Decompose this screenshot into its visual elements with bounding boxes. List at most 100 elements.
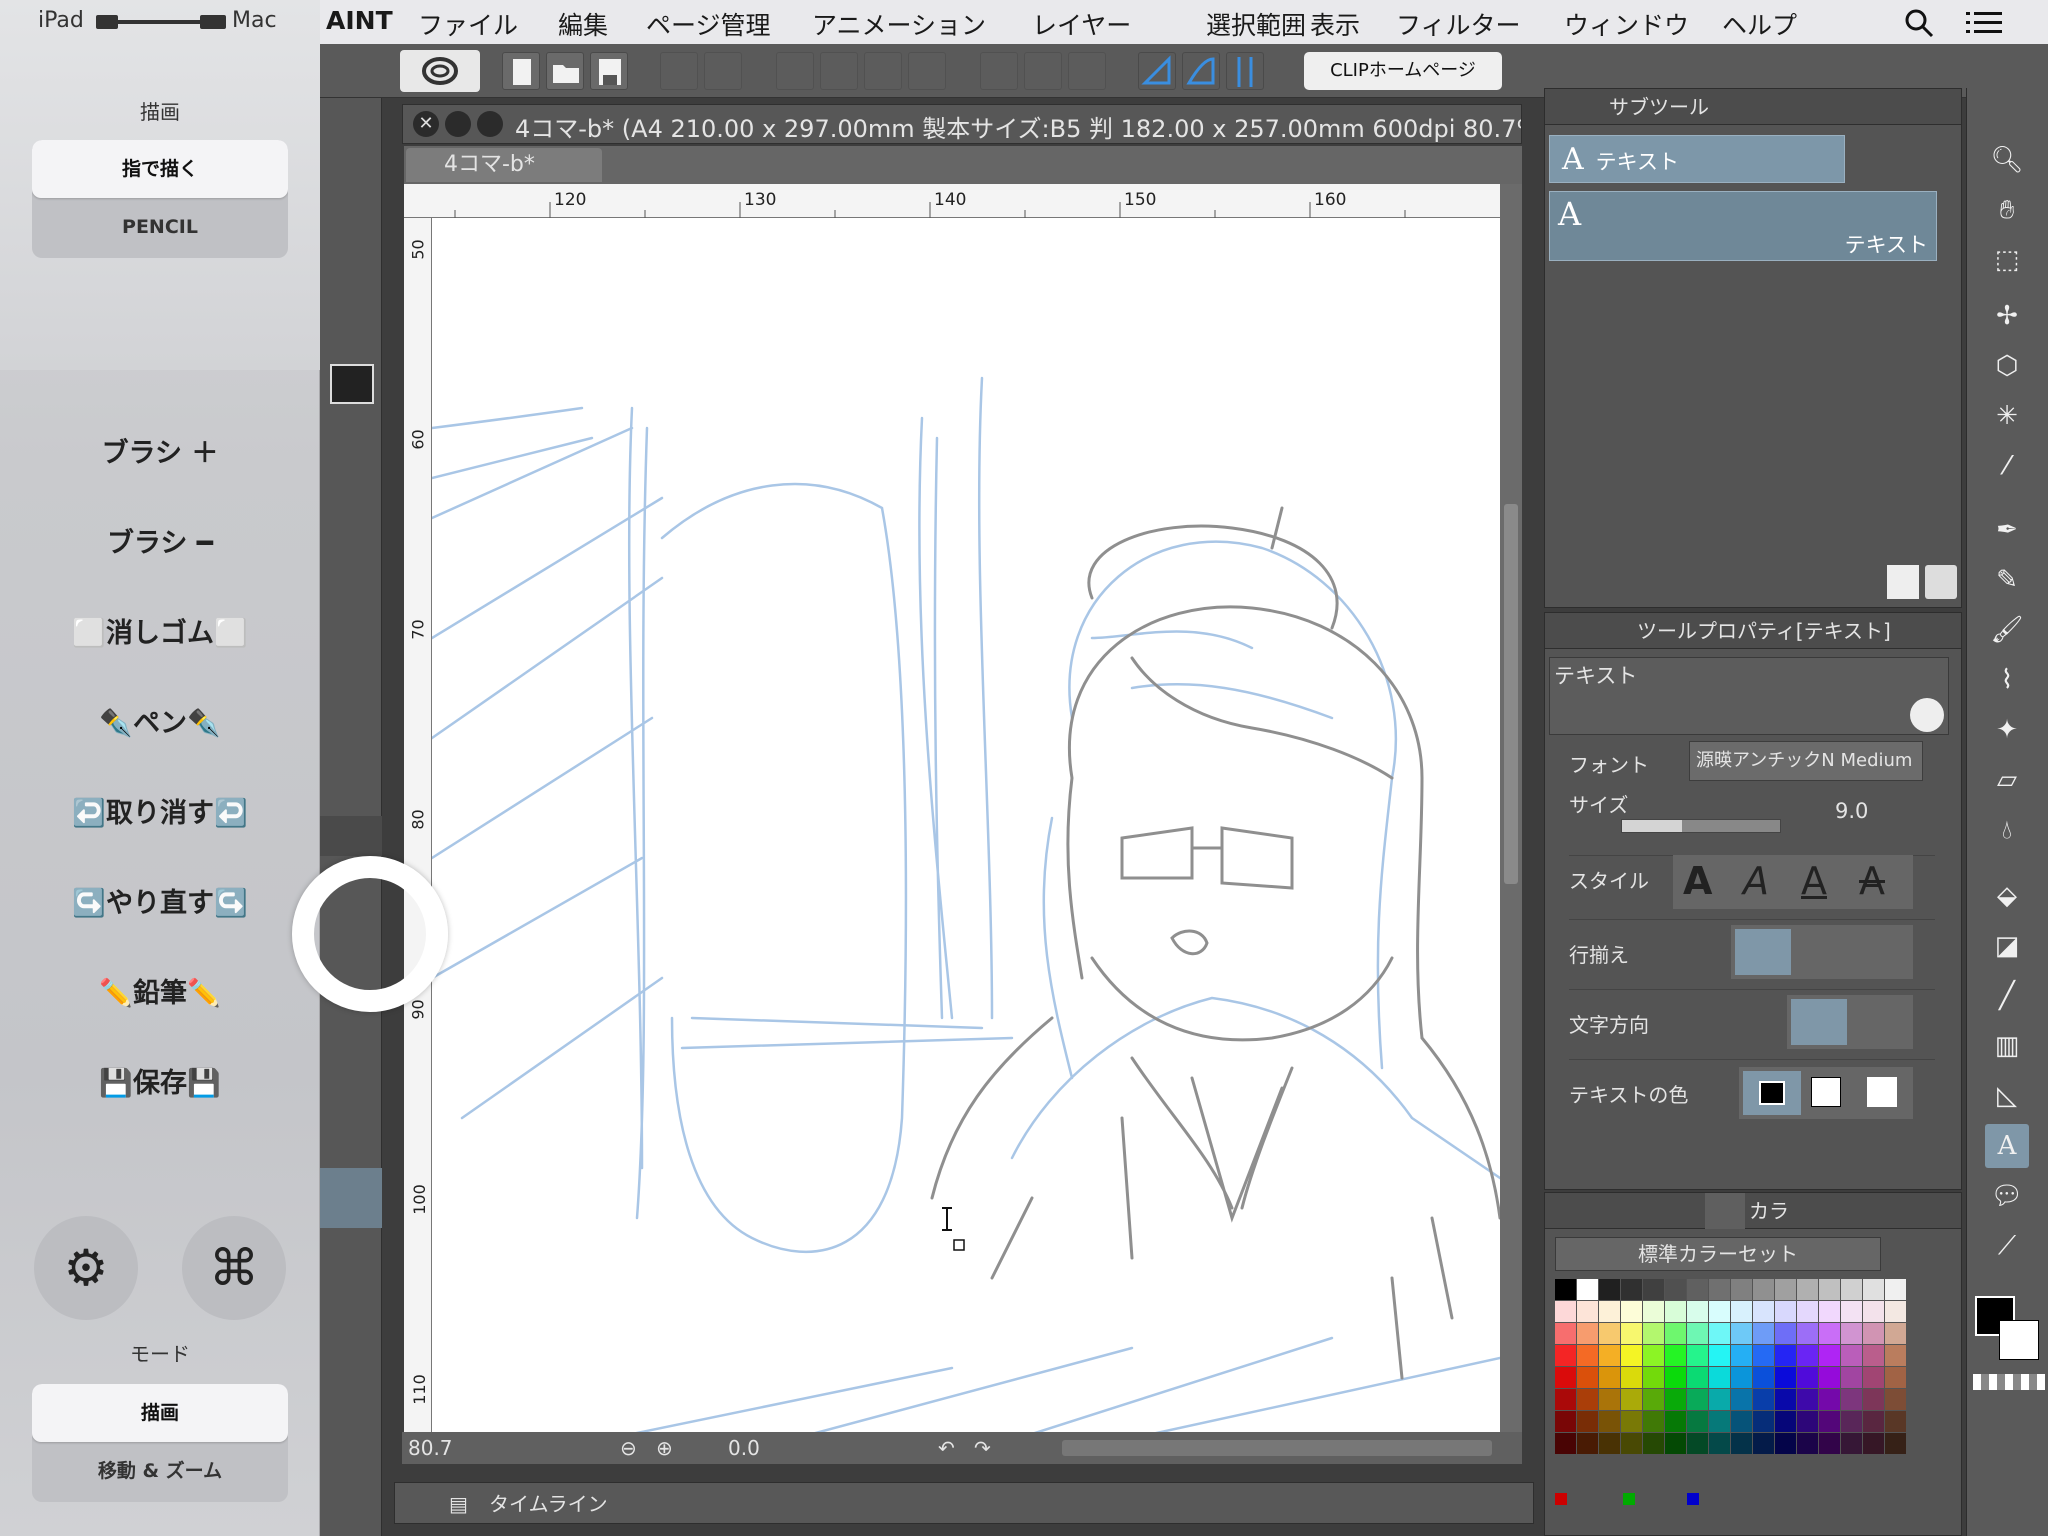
underline-style-icon[interactable]: A: [1801, 859, 1827, 903]
color-swatch[interactable]: [1709, 1279, 1730, 1300]
color-swatch[interactable]: [1753, 1301, 1774, 1322]
color-swatch[interactable]: [1621, 1389, 1642, 1410]
transform-button[interactable]: [908, 52, 946, 90]
color-swatch[interactable]: [1731, 1389, 1752, 1410]
grid-snap-button[interactable]: [1226, 52, 1264, 90]
show-selection-button[interactable]: [1068, 52, 1106, 90]
undo-shortcut-button[interactable]: ↩️取り消す↩️: [32, 784, 288, 844]
color-swatch[interactable]: [1621, 1433, 1642, 1454]
color-swatch[interactable]: [1599, 1301, 1620, 1322]
color-swatch[interactable]: [1687, 1389, 1708, 1410]
zoom-tool-icon[interactable]: 🔍︎: [1985, 138, 2029, 182]
color-swatch[interactable]: [1687, 1411, 1708, 1432]
color-swatch[interactable]: [1753, 1279, 1774, 1300]
color-swatch[interactable]: [1863, 1323, 1884, 1344]
color-swatch[interactable]: [1863, 1345, 1884, 1366]
color-swatch[interactable]: [1643, 1433, 1664, 1454]
color-swatch[interactable]: [1599, 1389, 1620, 1410]
color-swatch[interactable]: [1731, 1323, 1752, 1344]
color-swatch[interactable]: [1819, 1279, 1840, 1300]
color-swatch[interactable]: [1753, 1345, 1774, 1366]
gradient-icon[interactable]: ◪: [1985, 924, 2029, 968]
color-swatch[interactable]: [1885, 1279, 1906, 1300]
color-swatch-grid[interactable]: [1555, 1279, 1907, 1455]
color-swatch[interactable]: [1687, 1301, 1708, 1322]
menu-filter[interactable]: フィルター: [1396, 6, 1521, 42]
size-slider[interactable]: [1621, 819, 1781, 833]
vertical-text-icon[interactable]: [1851, 999, 1907, 1045]
strike-style-icon[interactable]: A: [1859, 859, 1885, 903]
fill-tool-icon[interactable]: ⬙: [1985, 874, 2029, 918]
scroll-thumb[interactable]: [1504, 504, 1518, 884]
color-set-select[interactable]: 標準カラーセット: [1555, 1237, 1881, 1271]
color-swatch[interactable]: [1665, 1279, 1686, 1300]
align-left-icon[interactable]: [1735, 929, 1791, 975]
document-tab[interactable]: 4コマ-b*: [406, 148, 602, 182]
color-swatch[interactable]: [1753, 1323, 1774, 1344]
main-color-swatch[interactable]: [1743, 1071, 1801, 1115]
new-subtool-button[interactable]: [1887, 565, 1919, 599]
color-swatch[interactable]: [1687, 1433, 1708, 1454]
color-swatch[interactable]: [1885, 1367, 1906, 1388]
color-swatch[interactable]: [1599, 1433, 1620, 1454]
color-swatch[interactable]: [1819, 1411, 1840, 1432]
command-button[interactable]: ⌘: [182, 1216, 286, 1320]
color-swatch[interactable]: [1687, 1279, 1708, 1300]
color-swatch[interactable]: [1885, 1411, 1906, 1432]
pencil-option[interactable]: PENCIL: [32, 198, 288, 256]
ruler-tool-icon[interactable]: ◺: [1985, 1074, 2029, 1118]
align-buttons[interactable]: [1731, 925, 1913, 979]
move-zoom-mode-option[interactable]: 移動 & ズーム: [32, 1442, 288, 1500]
color-swatch[interactable]: [1621, 1411, 1642, 1432]
color-swatch[interactable]: [1885, 1389, 1906, 1410]
color-swatch[interactable]: [1819, 1301, 1840, 1322]
minimize-icon[interactable]: [445, 111, 471, 137]
menu-edit[interactable]: 編集: [558, 6, 608, 42]
figure-icon[interactable]: ╱: [1985, 974, 2029, 1018]
color-swatch[interactable]: [1599, 1279, 1620, 1300]
color-swatch[interactable]: [1885, 1345, 1906, 1366]
color-swatch[interactable]: [1577, 1433, 1598, 1454]
color-swatch[interactable]: [1775, 1345, 1796, 1366]
color-swatch[interactable]: [1753, 1367, 1774, 1388]
redo-shortcut-button[interactable]: ↪️やり直す↪️: [32, 874, 288, 934]
undo-button[interactable]: [660, 52, 698, 90]
color-swatch[interactable]: [1577, 1345, 1598, 1366]
pen-tool-icon[interactable]: ✒︎: [1985, 508, 2029, 552]
crop-button[interactable]: [820, 52, 858, 90]
sub-color-chip[interactable]: [1999, 1320, 2039, 1360]
decoration-icon[interactable]: ✦: [1985, 708, 2029, 752]
color-swatch[interactable]: [1621, 1279, 1642, 1300]
rotate-left-icon[interactable]: ↶: [938, 1436, 955, 1460]
rotation-value[interactable]: 0.0: [728, 1436, 760, 1460]
color-swatch[interactable]: [1643, 1345, 1664, 1366]
menu-selection[interactable]: 選択範囲: [1206, 6, 1306, 42]
clear-button[interactable]: [776, 52, 814, 90]
color-swatch[interactable]: [1577, 1389, 1598, 1410]
sub-color-swatch[interactable]: [1811, 1077, 1841, 1107]
color-swatch[interactable]: [1599, 1323, 1620, 1344]
color-swatch[interactable]: [1841, 1279, 1862, 1300]
recent-color-green[interactable]: [1623, 1493, 1635, 1505]
menu-animation[interactable]: アニメーション: [812, 6, 986, 42]
device-switch-knob[interactable]: [96, 15, 118, 29]
color-swatch[interactable]: [1863, 1411, 1884, 1432]
color-swatch[interactable]: [1555, 1301, 1576, 1322]
color-swatch[interactable]: [1819, 1433, 1840, 1454]
color-swatch[interactable]: [1775, 1279, 1796, 1300]
brush-tool-icon[interactable]: 🖌︎: [1985, 608, 2029, 652]
ruler-snap-button[interactable]: [1138, 52, 1176, 90]
color-swatch[interactable]: [1599, 1411, 1620, 1432]
color-swatch[interactable]: [1709, 1389, 1730, 1410]
finger-draw-option[interactable]: 指で描く: [32, 140, 288, 198]
color-swatch[interactable]: [1841, 1433, 1862, 1454]
menu-layer[interactable]: レイヤー: [1032, 6, 1131, 42]
color-swatch[interactable]: [1555, 1367, 1576, 1388]
color-swatch[interactable]: [1643, 1301, 1664, 1322]
new-file-button[interactable]: [502, 52, 540, 90]
menu-view[interactable]: 表示: [1310, 6, 1360, 42]
size-value[interactable]: 9.0: [1835, 799, 1868, 823]
brush-size-down-button[interactable]: ブラシ ━: [32, 514, 288, 574]
pencil-button[interactable]: ✏️鉛筆✏️: [32, 964, 288, 1024]
color-swatch[interactable]: [1841, 1345, 1862, 1366]
